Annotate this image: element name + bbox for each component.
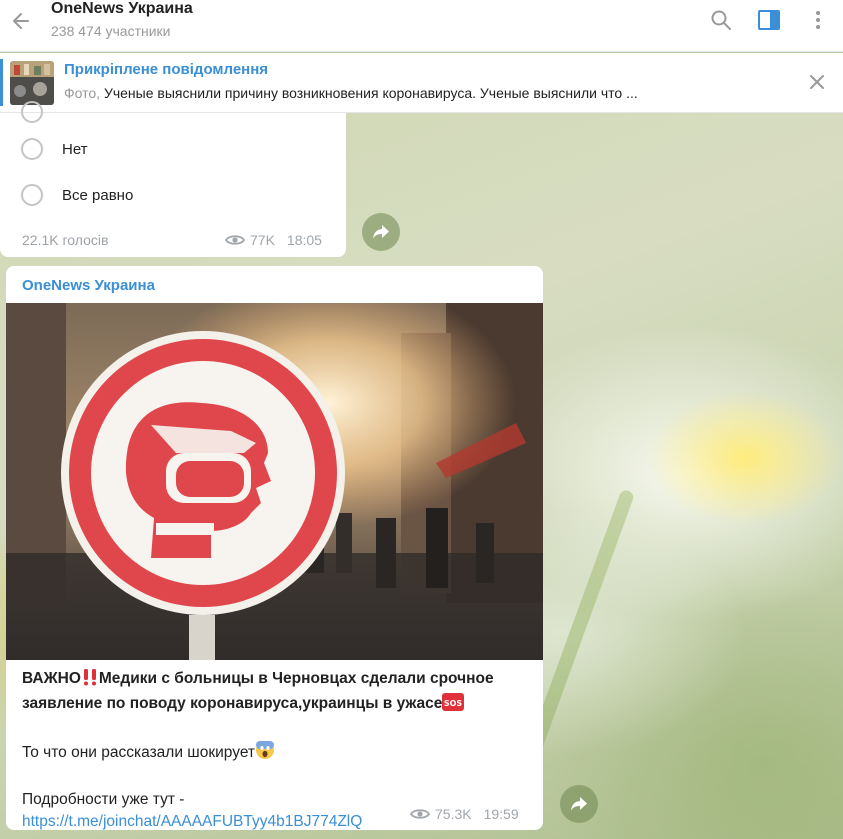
close-icon	[810, 75, 824, 89]
pinned-text: Ученые выяснили причину возникновения ко…	[100, 85, 638, 101]
poll-option-label: Все равно	[62, 186, 134, 204]
post-headline-start: ВАЖНО	[22, 670, 81, 687]
svg-text:SOS: SOS	[444, 699, 463, 708]
more-vertical-icon	[816, 11, 820, 29]
back-button[interactable]	[6, 6, 36, 36]
post-line-shock: То что они рассказали шокирует	[22, 744, 256, 761]
search-icon	[711, 10, 731, 30]
pinned-preview: Фото, Ученые выяснили причину возникнове…	[64, 85, 774, 101]
double-exclamation-icon	[81, 668, 99, 693]
share-post-button[interactable]	[560, 785, 598, 823]
sidebar-toggle-button[interactable]	[757, 8, 781, 32]
sos-icon: SOS	[442, 693, 465, 718]
chat-title[interactable]: OneNews Украина	[51, 0, 193, 18]
back-arrow-icon	[13, 13, 29, 29]
post-line-details: Подробности уже тут -	[22, 791, 185, 808]
poll-option-label: Нет	[62, 140, 88, 158]
post-views: 75.3K	[435, 806, 472, 822]
views-eye-icon	[410, 809, 430, 819]
poll-option-2[interactable]: Все равно	[21, 184, 133, 206]
pinned-message-bar[interactable]: Прикріплене повідомлення Фото, Ученые вы…	[0, 53, 843, 113]
views-eye-icon	[225, 235, 245, 245]
share-arrow-icon	[373, 225, 389, 239]
search-button[interactable]	[709, 8, 733, 32]
chat-header: OneNews Украина 238 474 участники	[0, 0, 843, 52]
more-button[interactable]	[806, 8, 830, 32]
post-author[interactable]: OneNews Украина	[22, 277, 155, 294]
share-arrow-icon	[571, 797, 587, 811]
post-message: OneNews Украина ВАЖНО Медики с больницы …	[6, 266, 543, 830]
poll-views: 77K	[250, 232, 275, 248]
post-time: 19:59	[483, 806, 519, 822]
radio-icon	[21, 101, 43, 123]
radio-icon	[21, 184, 43, 206]
poll-meta: 77K 18:05	[225, 232, 322, 248]
pinned-media-type: Фото,	[64, 85, 101, 101]
post-meta: 75.3K 19:59	[410, 806, 519, 822]
member-count: 238 474 участники	[51, 23, 171, 39]
poll-message: Нет Все равно 22.1K голосів 77K 18:05	[0, 101, 346, 257]
post-invite-link[interactable]: https://t.me/joinchat/AAAAAFUBTyy4b1BJ77…	[22, 813, 362, 830]
pinned-title: Прикріплене повідомлення	[64, 61, 269, 78]
close-pinned-button[interactable]	[806, 71, 828, 98]
pinned-accent-line	[0, 59, 3, 106]
poll-option-hidden	[21, 101, 43, 123]
poll-vote-count: 22.1K голосів	[22, 232, 109, 248]
radio-icon	[21, 138, 43, 160]
post-photo[interactable]	[6, 303, 543, 660]
poll-time: 18:05	[286, 232, 322, 248]
poll-option-1[interactable]: Нет	[21, 138, 88, 160]
pinned-thumbnail	[10, 61, 54, 105]
share-poll-button[interactable]	[362, 213, 400, 251]
sidebar-panel-icon	[758, 10, 780, 30]
scream-emoji-icon	[255, 740, 275, 767]
